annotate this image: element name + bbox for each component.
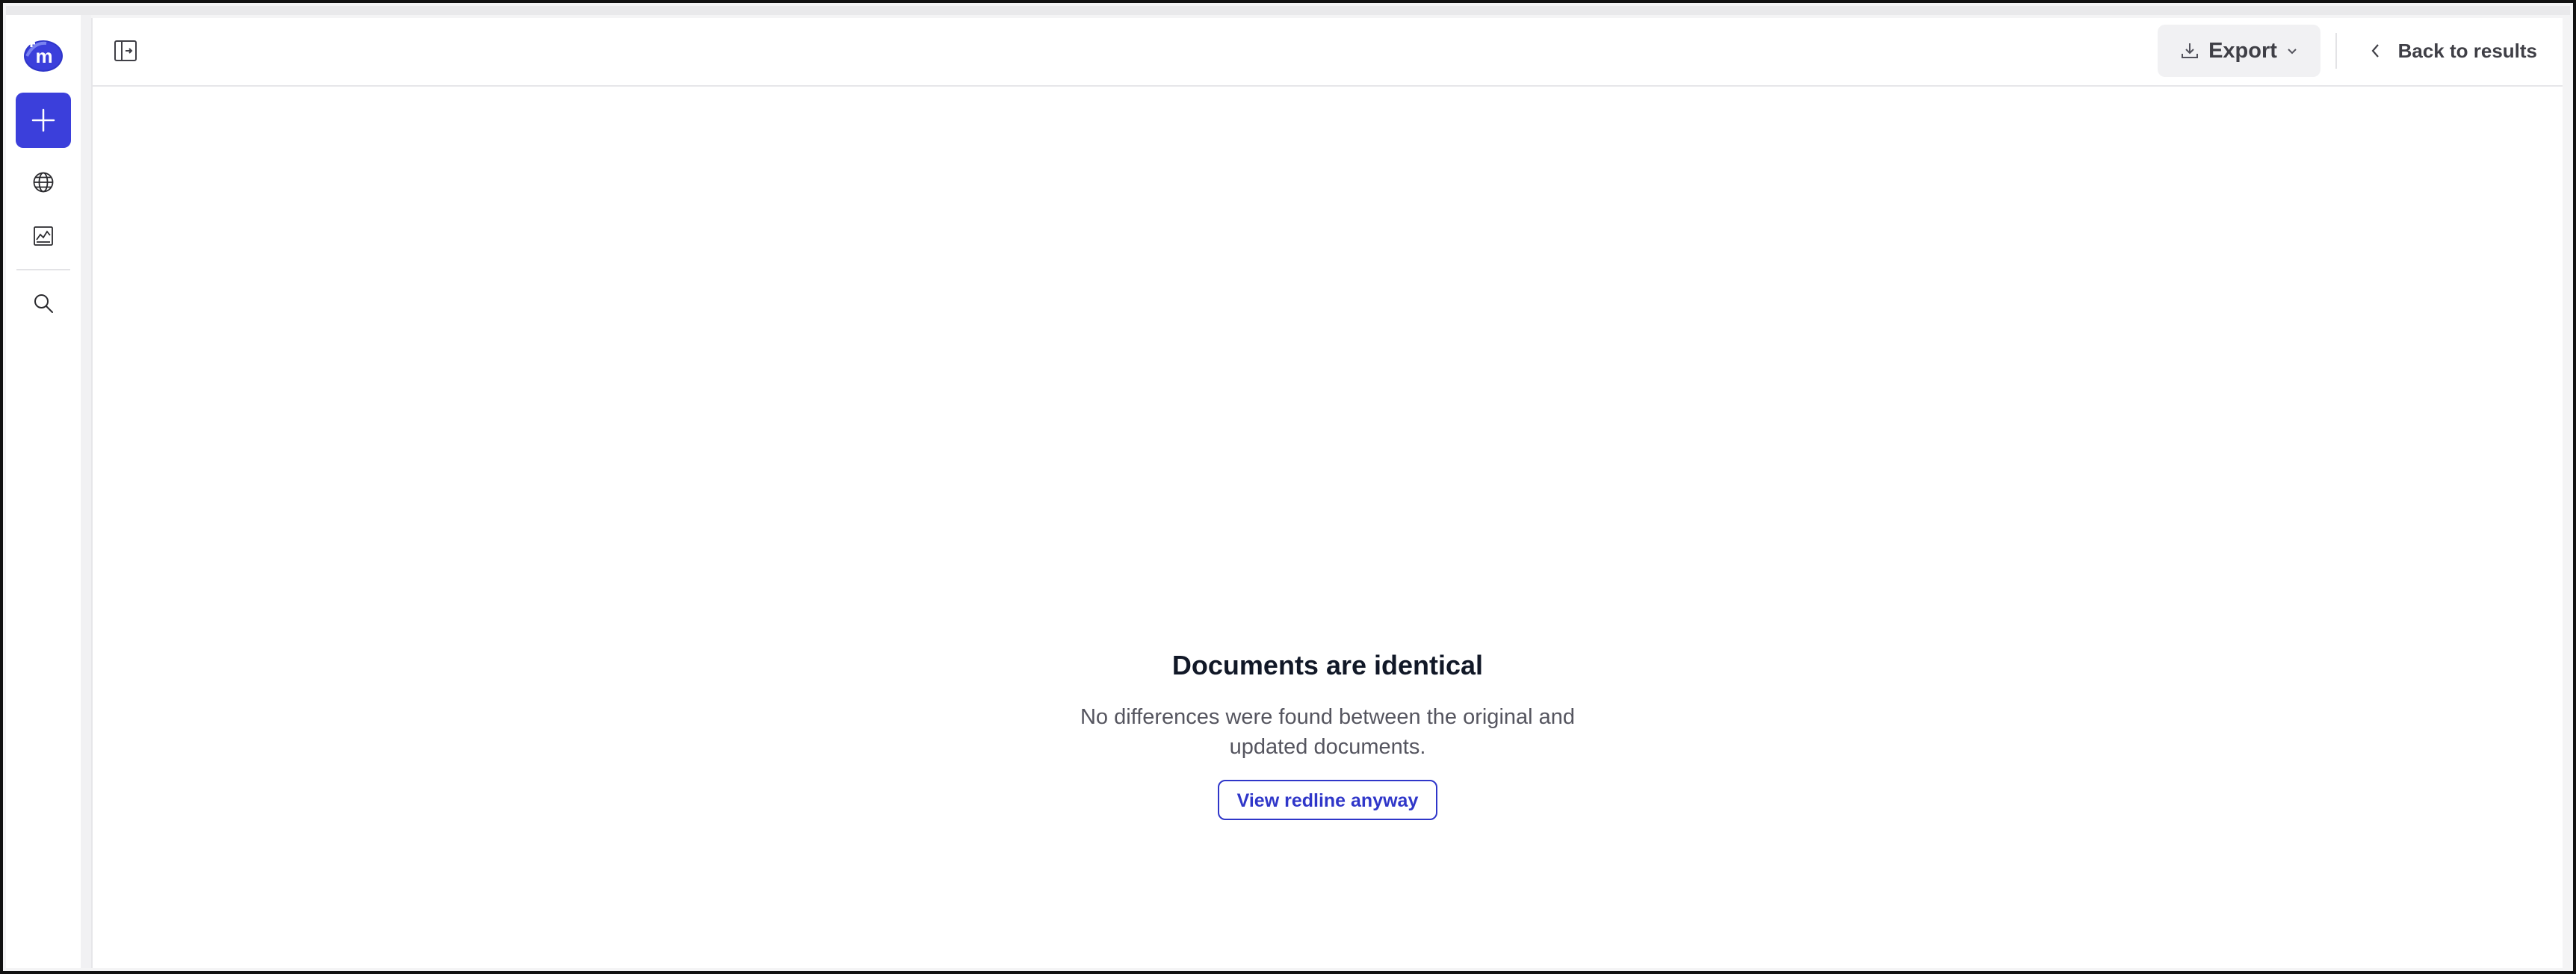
app-logo[interactable]: m [21, 31, 66, 76]
view-redline-button[interactable]: View redline anyway [1217, 780, 1438, 820]
logo-letter: m [35, 45, 52, 67]
empty-state: Documents are identical No differences w… [93, 645, 2563, 820]
empty-state-title: Documents are identical [1171, 650, 1484, 680]
panel-toggle-icon [114, 40, 137, 61]
chevron-down-icon [2288, 49, 2297, 55]
chart-icon [34, 226, 53, 246]
plus-icon [31, 108, 55, 132]
header-divider [2335, 33, 2337, 69]
globe-icon [33, 172, 54, 193]
search-button[interactable] [27, 287, 60, 320]
rail-gap [81, 15, 91, 968]
export-button[interactable]: Export [2158, 25, 2320, 77]
export-label: Export [2208, 38, 2277, 63]
rail-divider [16, 269, 70, 270]
app-window: m Export Back to results Documents are i… [0, 0, 2576, 974]
empty-state-description: No differences were found between the or… [1080, 705, 1576, 759]
globe-button[interactable] [27, 166, 60, 199]
chevron-left-icon [2371, 44, 2379, 58]
download-icon [2182, 43, 2199, 58]
window-top-strip [6, 6, 2570, 15]
search-icon [34, 294, 53, 313]
left-rail: m [6, 15, 81, 968]
new-button[interactable] [16, 93, 71, 148]
main-panel: Export Back to results Documents are ide… [91, 18, 2563, 968]
back-label: Back to results [2397, 39, 2537, 62]
analytics-button[interactable] [27, 220, 60, 252]
main-header: Export Back to results [93, 18, 2563, 87]
sidebar-toggle-button[interactable] [111, 36, 140, 66]
logo-icon: m [24, 40, 63, 72]
back-to-results-button[interactable]: Back to results [2370, 33, 2537, 69]
